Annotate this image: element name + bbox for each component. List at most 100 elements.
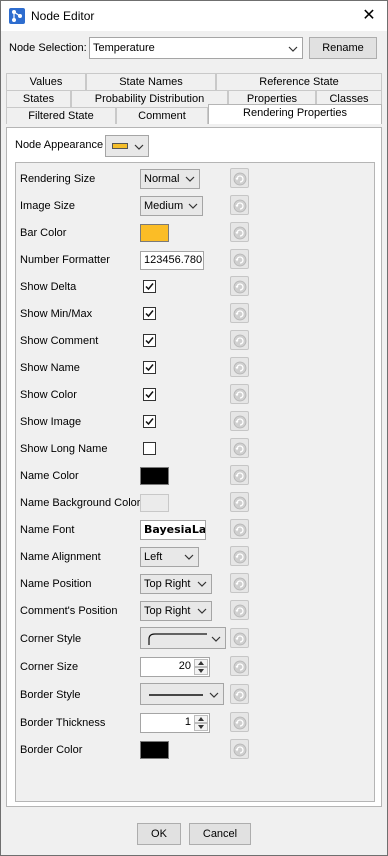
decrement-icon[interactable]: [194, 667, 208, 675]
corner-style-dropdown[interactable]: [140, 627, 226, 649]
reset-icon: [233, 660, 247, 674]
tab-state-names[interactable]: State Names: [86, 73, 216, 90]
reset-icon: [233, 253, 247, 267]
name-font-button[interactable]: BayesiaLab: [140, 520, 206, 540]
rendering-size-dropdown[interactable]: Normal: [140, 169, 200, 189]
reset-button[interactable]: [230, 465, 249, 485]
show-name-label: Show Name: [20, 362, 80, 374]
row-border-style: Border Style: [16, 683, 374, 707]
reset-button[interactable]: [230, 628, 249, 648]
name-color-swatch[interactable]: [140, 467, 169, 485]
row-name-alignment: Name Alignment Left: [16, 545, 374, 569]
reset-button[interactable]: [230, 573, 249, 593]
chevron-down-icon: [134, 144, 144, 150]
name-background-color-swatch[interactable]: [140, 494, 169, 512]
corner-size-spinner[interactable]: 20: [140, 657, 210, 677]
checkmark-icon: [145, 337, 154, 345]
show-minmax-label: Show Min/Max: [20, 308, 93, 320]
reset-button[interactable]: [230, 222, 249, 242]
show-long-name-label: Show Long Name: [20, 443, 108, 455]
show-name-checkbox[interactable]: [143, 361, 156, 374]
show-color-checkbox[interactable]: [143, 388, 156, 401]
close-icon[interactable]: ✕: [359, 6, 379, 26]
node-appearance-dropdown[interactable]: [105, 135, 149, 157]
window-title: Node Editor: [31, 9, 95, 23]
title-bar: Node Editor ✕: [1, 1, 387, 31]
reset-button[interactable]: [230, 712, 249, 732]
show-delta-checkbox[interactable]: [143, 280, 156, 293]
row-comment-position: Comment's Position Top Right: [16, 599, 374, 623]
cancel-button[interactable]: Cancel: [189, 823, 251, 845]
reset-button[interactable]: [230, 303, 249, 323]
tab-states[interactable]: States: [6, 90, 71, 107]
row-border-thickness: Border Thickness 1: [16, 711, 374, 735]
reset-icon: [233, 307, 247, 321]
name-position-dropdown[interactable]: Top Right: [140, 574, 212, 594]
rename-button[interactable]: Rename: [309, 37, 377, 59]
row-name-background-color: Name Background Color: [16, 491, 374, 515]
tab-comment[interactable]: Comment: [116, 107, 208, 124]
show-comment-checkbox[interactable]: [143, 334, 156, 347]
tab-values[interactable]: Values: [6, 73, 86, 90]
node-editor-icon: [9, 8, 25, 24]
row-show-color: Show Color: [16, 383, 374, 407]
tab-rendering-properties[interactable]: Rendering Properties: [208, 104, 382, 124]
reset-button[interactable]: [230, 168, 249, 188]
tab-filtered-state[interactable]: Filtered State: [6, 107, 116, 124]
name-alignment-dropdown[interactable]: Left: [140, 547, 199, 567]
row-show-image: Show Image: [16, 410, 374, 434]
reset-button[interactable]: [230, 276, 249, 296]
row-corner-size: Corner Size 20: [16, 655, 374, 679]
row-show-minmax: Show Min/Max: [16, 302, 374, 326]
tab-probability-distribution[interactable]: Probability Distribution: [71, 90, 228, 107]
reset-button[interactable]: [230, 546, 249, 566]
reset-button[interactable]: [230, 249, 249, 269]
reset-icon: [233, 632, 247, 646]
reset-icon: [233, 604, 247, 618]
reset-icon: [233, 361, 247, 375]
node-selection-dropdown[interactable]: Temperature: [89, 37, 303, 59]
increment-icon[interactable]: [194, 715, 208, 723]
reset-button[interactable]: [230, 195, 249, 215]
show-minmax-checkbox[interactable]: [143, 307, 156, 320]
reset-button[interactable]: [230, 411, 249, 431]
name-background-color-label: Name Background Color: [20, 497, 141, 509]
row-show-name: Show Name: [16, 356, 374, 380]
border-color-swatch[interactable]: [140, 741, 169, 759]
row-number-formatter: Number Formatter 123456.780: [16, 248, 374, 272]
reset-button[interactable]: [230, 684, 249, 704]
ok-button[interactable]: OK: [137, 823, 181, 845]
border-thickness-spinner[interactable]: 1: [140, 713, 210, 733]
reset-button[interactable]: [230, 519, 249, 539]
image-size-label: Image Size: [20, 200, 76, 212]
reset-button[interactable]: [230, 656, 249, 676]
corner-style-label: Corner Style: [20, 633, 82, 645]
reset-icon: [233, 442, 247, 456]
reset-button[interactable]: [230, 330, 249, 350]
checkmark-icon: [145, 418, 154, 426]
reset-icon: [233, 716, 247, 730]
chevron-down-icon: [288, 46, 298, 52]
reset-button[interactable]: [230, 600, 249, 620]
reset-button[interactable]: [230, 357, 249, 377]
reset-button[interactable]: [230, 492, 249, 512]
border-thickness-value: 1: [184, 716, 191, 728]
reset-button[interactable]: [230, 739, 249, 759]
number-formatter-input[interactable]: 123456.780: [140, 251, 204, 270]
show-image-checkbox[interactable]: [143, 415, 156, 428]
bar-color-swatch[interactable]: [140, 224, 169, 242]
tab-reference-state[interactable]: Reference State: [216, 73, 382, 90]
reset-button[interactable]: [230, 384, 249, 404]
comment-position-dropdown[interactable]: Top Right: [140, 601, 212, 621]
chevron-down-icon: [188, 203, 198, 209]
image-size-dropdown[interactable]: Medium: [140, 196, 203, 216]
rounded-corner-preview-icon: [148, 633, 207, 645]
increment-icon[interactable]: [194, 659, 208, 667]
decrement-icon[interactable]: [194, 723, 208, 731]
show-long-name-checkbox[interactable]: [143, 442, 156, 455]
name-font-label: Name Font: [20, 524, 75, 536]
corner-size-value: 20: [178, 660, 191, 672]
border-style-dropdown[interactable]: [140, 683, 224, 705]
reset-icon: [233, 280, 247, 294]
reset-button[interactable]: [230, 438, 249, 458]
